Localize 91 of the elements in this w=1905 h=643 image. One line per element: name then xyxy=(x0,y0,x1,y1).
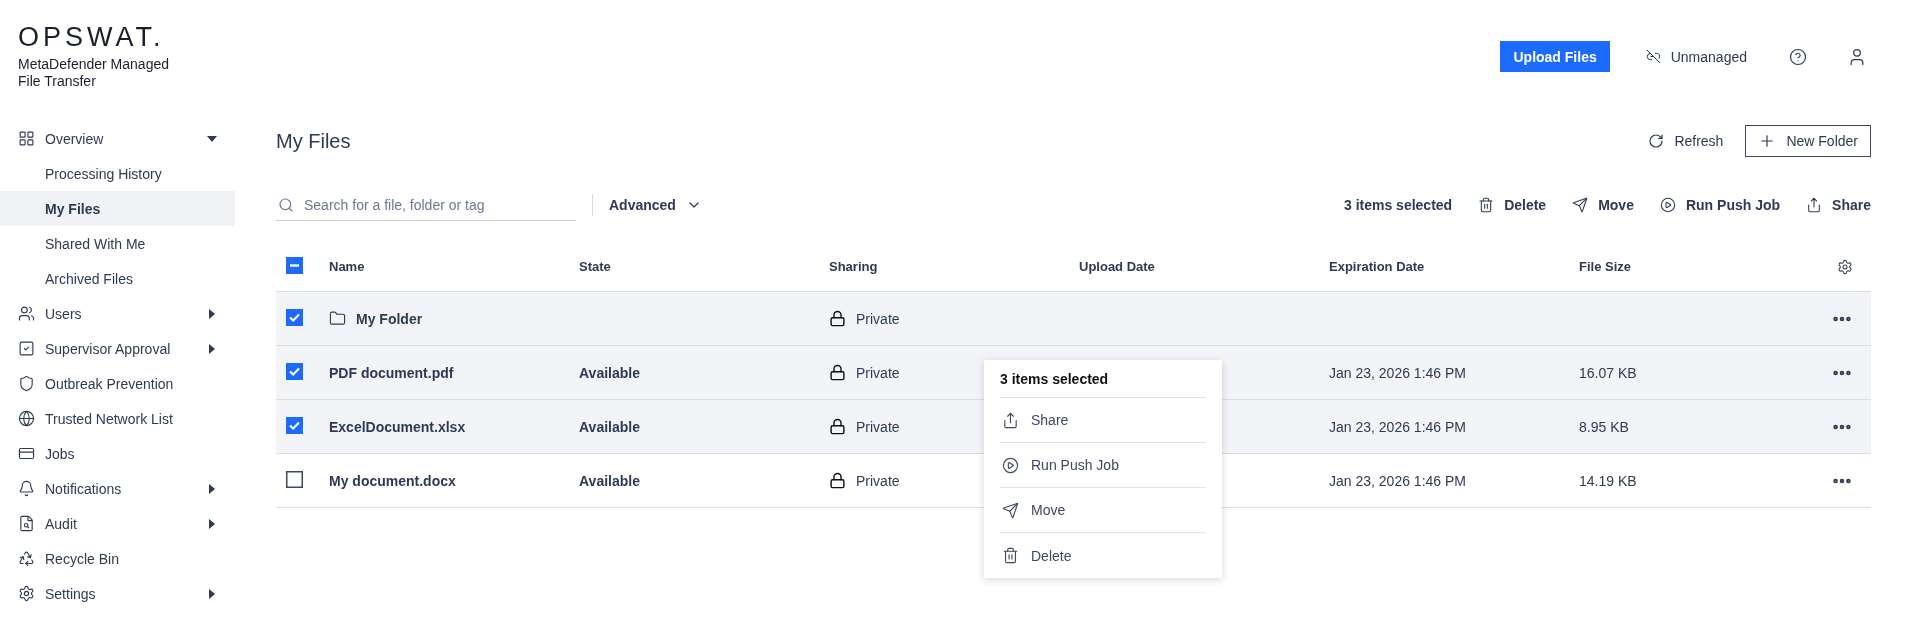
recycle-icon xyxy=(18,550,35,567)
sidebar-item[interactable]: Supervisor Approval xyxy=(0,331,235,366)
new-folder-button[interactable]: New Folder xyxy=(1745,125,1871,157)
sidebar-item[interactable]: Notifications xyxy=(0,471,235,506)
column-header: Name xyxy=(329,259,366,274)
broken-link-icon xyxy=(1645,49,1661,64)
expiration-date-cell-text: Jan 23, 2026 1:46 PM xyxy=(1329,472,1467,489)
caret-right-icon[interactable] xyxy=(207,483,217,494)
brand-logo: OPSWAT. xyxy=(18,22,165,52)
expiration-date-cell-text: Jan 23, 2026 1:46 PM xyxy=(1329,364,1467,381)
sidebar-item[interactable]: Outbreak Prevention xyxy=(0,366,235,401)
file-name-cell-text: My document.docx xyxy=(329,472,457,489)
column-header: Sharing xyxy=(829,259,879,274)
settings-icon xyxy=(18,585,35,602)
toolbar-action[interactable]: Share xyxy=(1806,189,1871,221)
state-cell-text: Available xyxy=(579,364,641,381)
sidebar-subitem[interactable]: Archived Files xyxy=(0,261,235,296)
paper-plane-icon xyxy=(1572,197,1589,213)
document-search-icon xyxy=(18,515,35,532)
folder-icon xyxy=(329,310,346,327)
file-size-cell-text: 14.19 KB xyxy=(1579,472,1638,489)
sidebar-item[interactable]: Trusted Network List xyxy=(0,401,235,436)
share-icon xyxy=(1806,197,1823,213)
upload-files-button[interactable]: Upload Files xyxy=(1500,41,1610,72)
lock-icon xyxy=(829,472,846,489)
select-all-checkbox[interactable] xyxy=(286,256,303,274)
state-cell-text: Available xyxy=(579,418,641,435)
shield-icon xyxy=(18,375,35,392)
product-name: MetaDefender Managed File Transfer xyxy=(18,56,170,90)
file-size-cell-text: 8.95 KB xyxy=(1579,418,1630,435)
share-icon xyxy=(1002,411,1019,429)
caret-right-icon[interactable] xyxy=(207,588,217,599)
toolbar-action[interactable]: Run Push Job xyxy=(1659,189,1781,221)
caret-down-icon[interactable] xyxy=(207,133,217,144)
sidebar-item[interactable]: Settings xyxy=(0,576,235,611)
card-icon xyxy=(18,445,35,462)
row-checkbox[interactable] xyxy=(286,308,303,326)
column-header: Upload Date xyxy=(1079,259,1156,274)
toolbar-action[interactable]: Delete xyxy=(1478,189,1547,221)
refresh-button[interactable]: Refresh xyxy=(1648,125,1724,157)
paper-plane-icon xyxy=(1002,501,1019,519)
page-title: My Files xyxy=(276,129,352,153)
state-cell-text: Available xyxy=(579,472,641,489)
play-circle-icon xyxy=(1659,197,1676,213)
sidebar-item[interactable]: Audit xyxy=(0,506,235,541)
selection-count: 3 items selected xyxy=(1343,197,1453,213)
file-size-cell-text: 16.07 KB xyxy=(1579,364,1638,381)
lock-icon xyxy=(829,364,846,381)
sidebar-item[interactable]: Recycle Bin xyxy=(0,541,235,576)
caret-right-icon[interactable] xyxy=(207,518,217,529)
caret-right-icon[interactable] xyxy=(207,343,217,354)
sidebar-subitem[interactable]: Processing History xyxy=(0,156,235,191)
sidebar-item[interactable]: Users xyxy=(0,296,235,331)
sidebar-item[interactable]: Overview xyxy=(0,121,235,156)
advanced-dropdown[interactable]: Advanced xyxy=(609,189,702,221)
menu-item[interactable]: Run Push Job xyxy=(1000,443,1206,488)
table-row[interactable]: My Folder Private xyxy=(276,292,1871,346)
unmanaged-link[interactable]: Unmanaged xyxy=(1645,41,1747,72)
toolbar-action[interactable]: Move xyxy=(1572,189,1634,221)
play-circle-icon xyxy=(1002,456,1019,474)
column-header: State xyxy=(579,259,612,274)
menu-item[interactable]: Share xyxy=(1000,398,1206,443)
trash-icon xyxy=(1478,197,1495,213)
column-header: File Size xyxy=(1579,259,1633,274)
settings-icon[interactable] xyxy=(1837,258,1853,275)
caret-right-icon[interactable] xyxy=(207,308,217,319)
row-checkbox[interactable] xyxy=(286,362,303,380)
column-header: Expiration Date xyxy=(1329,259,1426,274)
menu-title: 3 items selected xyxy=(1000,360,1206,398)
file-name-cell: My Folder xyxy=(329,310,579,327)
row-checkbox[interactable] xyxy=(286,416,303,434)
menu-item[interactable]: Move xyxy=(1000,488,1206,533)
sidebar-subitem[interactable]: Shared With Me xyxy=(0,226,235,261)
trash-icon xyxy=(1002,547,1019,564)
search-icon xyxy=(278,197,294,213)
sharing-cell: Private xyxy=(829,310,1079,327)
lock-icon xyxy=(829,418,846,435)
globe-icon xyxy=(18,410,35,427)
lock-icon xyxy=(829,310,846,327)
sidebar-item[interactable]: Jobs xyxy=(0,436,235,471)
row-checkbox[interactable] xyxy=(286,470,303,488)
expiration-date-cell-text: Jan 23, 2026 1:46 PM xyxy=(1329,418,1467,435)
bell-icon xyxy=(18,480,35,497)
refresh-icon xyxy=(1648,133,1665,149)
file-name-cell-text: ExcelDocument.xlsx xyxy=(329,418,467,435)
checked-square-icon xyxy=(18,340,35,357)
users-icon xyxy=(18,305,35,322)
menu-item[interactable]: Delete xyxy=(1000,533,1206,578)
grid-icon xyxy=(18,130,35,147)
sidebar-subitem[interactable]: My Files xyxy=(0,191,235,226)
file-name-cell-text: PDF document.pdf xyxy=(329,364,455,381)
